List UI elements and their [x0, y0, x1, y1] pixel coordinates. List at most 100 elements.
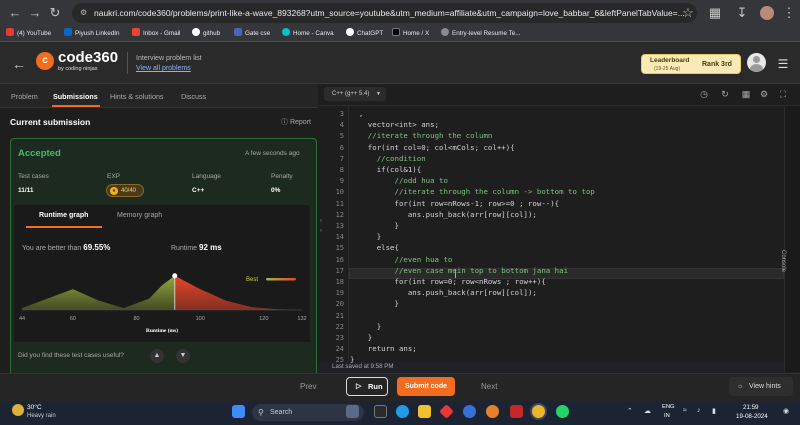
- code-line[interactable]: for(int row=0; row<nRows ; row++){: [350, 277, 545, 286]
- reset-icon[interactable]: ↻: [719, 88, 731, 100]
- leaderboard-badge[interactable]: Leaderboard (19-25 Aug) Rank 3rd: [641, 54, 741, 74]
- bookmark-linkedin[interactable]: Piyush LinkedIn: [64, 28, 119, 40]
- code-line[interactable]: }: [350, 221, 398, 230]
- clock-time[interactable]: 21:59: [743, 404, 758, 411]
- notification-bell-icon[interactable]: ◉: [783, 407, 789, 415]
- chrome-icon[interactable]: [532, 405, 545, 418]
- code-line[interactable]: }: [350, 322, 381, 331]
- fold-arrow-icon[interactable]: ›: [320, 218, 322, 224]
- code-line[interactable]: //iterate through the column: [350, 131, 493, 140]
- profile-avatar[interactable]: [760, 6, 774, 20]
- download-icon[interactable]: ↧: [733, 4, 751, 22]
- user-avatar[interactable]: [747, 53, 766, 72]
- extensions-icon[interactable]: ▦: [706, 4, 724, 22]
- timer-icon[interactable]: ◷: [698, 88, 710, 100]
- bookmark-youtube[interactable]: (4) YouTube: [6, 28, 51, 40]
- thumbs-up-icon[interactable]: ▲: [150, 349, 164, 363]
- fold-arrow-icon[interactable]: ›: [320, 228, 322, 234]
- code-line[interactable]: ans.push_back(arr[row][col]);: [350, 288, 537, 297]
- code-line[interactable]: //even case mein top to bottom jana hai: [350, 266, 568, 275]
- language-select[interactable]: C++ (g++ 5.4) ▼: [324, 87, 386, 101]
- code-line[interactable]: else{: [350, 243, 399, 252]
- your-runtime-dot[interactable]: [172, 273, 178, 279]
- line-number: 20: [335, 300, 344, 309]
- tab-discuss[interactable]: Discuss: [181, 92, 206, 101]
- prev-button[interactable]: Prev: [300, 382, 316, 391]
- camera-app-icon[interactable]: [346, 405, 359, 418]
- report-button[interactable]: ⓘ Report: [281, 117, 311, 127]
- reload-icon[interactable]: ↻: [46, 4, 64, 22]
- edge-icon[interactable]: [396, 405, 409, 418]
- site-info-icon[interactable]: ⚙: [80, 3, 87, 23]
- address-bar[interactable]: ⚙ naukri.com/code360/problems/print-like-…: [72, 3, 697, 23]
- task-view-icon[interactable]: [374, 405, 387, 418]
- next-button[interactable]: Next: [481, 382, 497, 391]
- hamburger-menu-icon[interactable]: ☰: [774, 55, 792, 73]
- tray-cloud-icon[interactable]: ☁: [644, 407, 651, 415]
- tray-chevron-icon[interactable]: ⌃: [627, 407, 633, 415]
- bookmark-gate[interactable]: Gate cse: [234, 28, 270, 40]
- logo-text[interactable]: code360: [58, 49, 118, 66]
- file-explorer-icon[interactable]: [418, 405, 431, 418]
- battery-icon[interactable]: ▮: [712, 407, 716, 415]
- bookmark-x[interactable]: Home / X: [392, 28, 429, 40]
- runtime-text: Runtime 92 ms: [171, 243, 222, 252]
- settings-gear-icon[interactable]: ⚙: [758, 88, 770, 100]
- code-line[interactable]: //odd hua to: [350, 176, 447, 185]
- status-accepted: Accepted: [18, 148, 61, 159]
- run-button[interactable]: ▷ Run: [346, 377, 388, 396]
- clock-date[interactable]: 19-08-2024: [736, 413, 768, 420]
- code-line[interactable]: //even hua to: [350, 255, 452, 264]
- code-line[interactable]: for(int col=0; col<mCols; col++){: [350, 143, 515, 152]
- tab-submissions[interactable]: Submissions: [53, 92, 98, 101]
- bookmark-resume[interactable]: Entry-level Resume Te...: [441, 28, 520, 40]
- back-arrow-icon[interactable]: ←: [10, 55, 28, 73]
- thumbs-down-icon[interactable]: ▼: [176, 349, 190, 363]
- browser-menu-icon[interactable]: ⋮: [780, 4, 798, 22]
- submit-code-button[interactable]: Submit code: [397, 377, 455, 396]
- bookmark-github[interactable]: github: [192, 28, 220, 40]
- code360-logo-icon[interactable]: c: [36, 52, 54, 70]
- layout-icon[interactable]: ▦: [740, 88, 752, 100]
- code-line[interactable]: }: [350, 333, 372, 342]
- code-line[interactable]: ,: [350, 109, 363, 118]
- input-language[interactable]: ENG: [662, 404, 675, 410]
- volume-icon[interactable]: ♪: [697, 407, 701, 414]
- x-tick-label: 44: [19, 316, 25, 322]
- code-line[interactable]: if(col&1){: [350, 165, 422, 174]
- whatsapp-icon[interactable]: [556, 405, 569, 418]
- app-orange-icon[interactable]: [486, 405, 499, 418]
- console-toggle[interactable]: [784, 106, 800, 372]
- code-line[interactable]: for(int row=nRows-1; row>=0 ; row--){: [350, 199, 559, 208]
- code-line[interactable]: //iterate through the column -> bottom t…: [350, 187, 594, 196]
- forward-icon[interactable]: →: [26, 4, 44, 22]
- tab-memory-graph[interactable]: Memory graph: [117, 212, 162, 219]
- mcafee-icon[interactable]: [510, 405, 523, 418]
- view-hints-button[interactable]: ☼ View hints: [729, 377, 793, 396]
- bookmark-chatgpt[interactable]: ChatGPT: [346, 28, 383, 40]
- x-tick-label: 60: [70, 316, 76, 322]
- tab-runtime-graph[interactable]: Runtime graph: [39, 212, 88, 219]
- code-line[interactable]: return ans;: [350, 344, 417, 353]
- app-blue-icon[interactable]: [463, 405, 476, 418]
- language-value: C++: [192, 187, 205, 194]
- code-line[interactable]: }: [350, 299, 398, 308]
- input-region[interactable]: IN: [664, 413, 670, 419]
- bookmark-canva[interactable]: Home - Canva: [282, 28, 334, 40]
- code-line[interactable]: //condition: [350, 154, 426, 163]
- bookmark-star-icon[interactable]: ☆: [679, 4, 697, 22]
- view-all-problems-link[interactable]: View all problems: [136, 65, 191, 72]
- url-text: naukri.com/code360/problems/print-like-a…: [94, 8, 685, 18]
- wifi-icon[interactable]: ≈: [683, 407, 687, 414]
- fullscreen-icon[interactable]: ⛶: [777, 88, 789, 100]
- back-icon[interactable]: ←: [6, 4, 24, 22]
- bookmark-gmail[interactable]: Inbox - Gmail: [132, 28, 180, 40]
- code-line[interactable]: }: [350, 232, 381, 241]
- windows-start-icon[interactable]: [232, 405, 245, 418]
- code-line[interactable]: ans.push_back(arr[row][col]);: [350, 210, 537, 219]
- tab-problem[interactable]: Problem: [11, 92, 38, 101]
- code-line[interactable]: vector<int> ans;: [350, 120, 439, 129]
- line-number: 17: [335, 266, 344, 275]
- weather-icon[interactable]: [12, 404, 24, 416]
- tab-hints-solutions[interactable]: Hints & solutions: [110, 92, 164, 101]
